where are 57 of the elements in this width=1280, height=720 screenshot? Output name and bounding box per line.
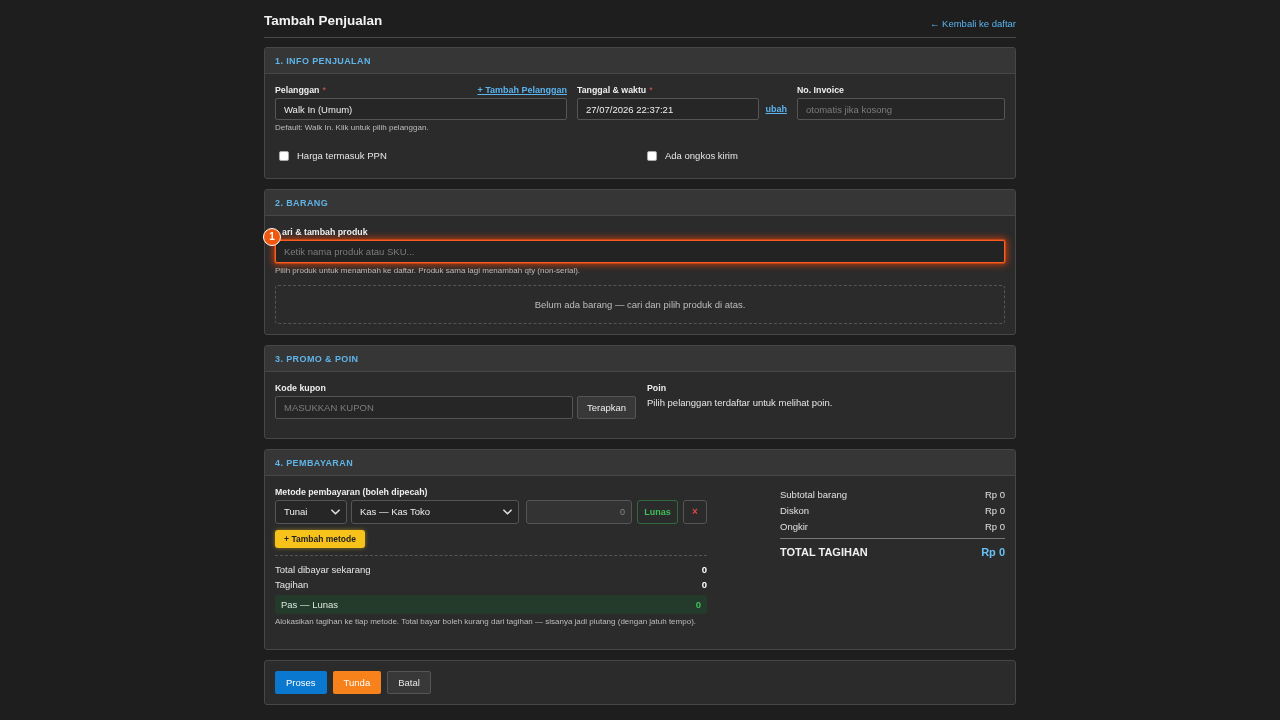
summary-value: Rp 0 bbox=[984, 521, 1005, 533]
add-customer-link[interactable]: + Tambah Pelanggan bbox=[477, 84, 567, 96]
help-text: Default: Walk In. Klik untuk pilih pelanggan. bbox=[275, 123, 430, 133]
total-label: Tagihan bbox=[275, 578, 309, 591]
step-number-badge: 1 bbox=[263, 228, 281, 246]
section-title: 3. PROMO & POIN bbox=[275, 352, 359, 365]
field-label: No. Invoice bbox=[797, 84, 844, 96]
checkbox[interactable] bbox=[279, 151, 289, 161]
checkbox-label: Harga termasuk PPN bbox=[297, 150, 387, 162]
cancel-button[interactable]: Batal bbox=[387, 671, 431, 694]
checkbox[interactable] bbox=[647, 151, 657, 161]
field-label: Kode kupon bbox=[275, 382, 326, 394]
chevron-down-icon bbox=[503, 509, 512, 515]
product-search-field[interactable]: Ketik nama produk atau SKU... bbox=[275, 240, 1005, 263]
section-title: 1. INFO PENJUALAN bbox=[275, 54, 371, 67]
summary-value: Rp 0 bbox=[984, 505, 1005, 517]
back-link[interactable]: ← Kembali ke daftar bbox=[929, 18, 1016, 30]
total-value: 0 bbox=[701, 578, 707, 591]
field-label: Poin bbox=[647, 382, 667, 394]
field-label: Pelanggan bbox=[275, 84, 320, 96]
payment-type-select[interactable]: Tunai bbox=[275, 500, 347, 524]
points-text: Pilih pelanggan terdaftar untuk melihat poin. bbox=[647, 397, 834, 409]
empty-message: Belum ada barang — cari dan pilih produk di atas. bbox=[534, 298, 746, 311]
balance-label: Pas — Lunas bbox=[281, 598, 339, 611]
summary-value: Rp 0 bbox=[984, 489, 1005, 501]
summary-label: Ongkir bbox=[780, 521, 808, 533]
amount-field[interactable]: 0 bbox=[526, 500, 632, 524]
section-title: 2. BARANG bbox=[275, 196, 329, 209]
datetime-field[interactable]: 27/07/2026 22:37:21 bbox=[577, 98, 759, 120]
required-asterisk: * bbox=[649, 84, 653, 96]
remove-button[interactable]: × bbox=[683, 500, 707, 524]
add-method-button[interactable]: + Tambah metode bbox=[275, 530, 365, 548]
invoice-field[interactable]: otomatis jika kosong bbox=[797, 98, 1005, 120]
apply-button[interactable]: Terapkan bbox=[577, 396, 637, 419]
grand-total-label: TOTAL TAGIHAN bbox=[780, 546, 868, 560]
account-select[interactable]: Kas — Kas Toko bbox=[351, 500, 519, 524]
section-title: 4. PEMBAYARAN bbox=[275, 456, 354, 469]
help-text: Alokasikan tagihan ke tiap metode. Total bayar boleh kurang dari tagihan — sisanya jadi piutang (dengan jatuh tempo). bbox=[275, 617, 697, 627]
balance-value: 0 bbox=[695, 598, 701, 611]
total-label: Total dibayar sekarang bbox=[275, 563, 371, 576]
field-label: Metode pembayaran (boleh dipecah) bbox=[275, 486, 428, 498]
process-button[interactable]: Proses bbox=[275, 671, 327, 694]
required-asterisk: * bbox=[322, 84, 326, 96]
customer-field[interactable]: Walk In (Umum) bbox=[275, 98, 567, 120]
field-label: ari & tambah produk bbox=[282, 226, 368, 238]
total-value: 0 bbox=[701, 563, 707, 576]
paid-button[interactable]: Lunas bbox=[637, 500, 678, 524]
grand-total-value: Rp 0 bbox=[981, 546, 1005, 560]
checkbox-label: Ada ongkos kirim bbox=[665, 150, 738, 162]
page-title: Tambah Penjualan bbox=[264, 12, 383, 30]
chevron-down-icon bbox=[331, 509, 340, 515]
summary-label: Diskon bbox=[780, 505, 810, 517]
help-text: Pilih produk untuk menambah ke daftar. Produk sama lagi menambah qty (non-serial). bbox=[275, 266, 582, 276]
summary-label: Subtotal barang bbox=[780, 489, 848, 501]
edit-link[interactable]: ubah bbox=[765, 103, 787, 115]
field-label: Tanggal & waktu bbox=[577, 84, 647, 96]
coupon-field[interactable]: MASUKKAN KUPON bbox=[275, 396, 573, 419]
